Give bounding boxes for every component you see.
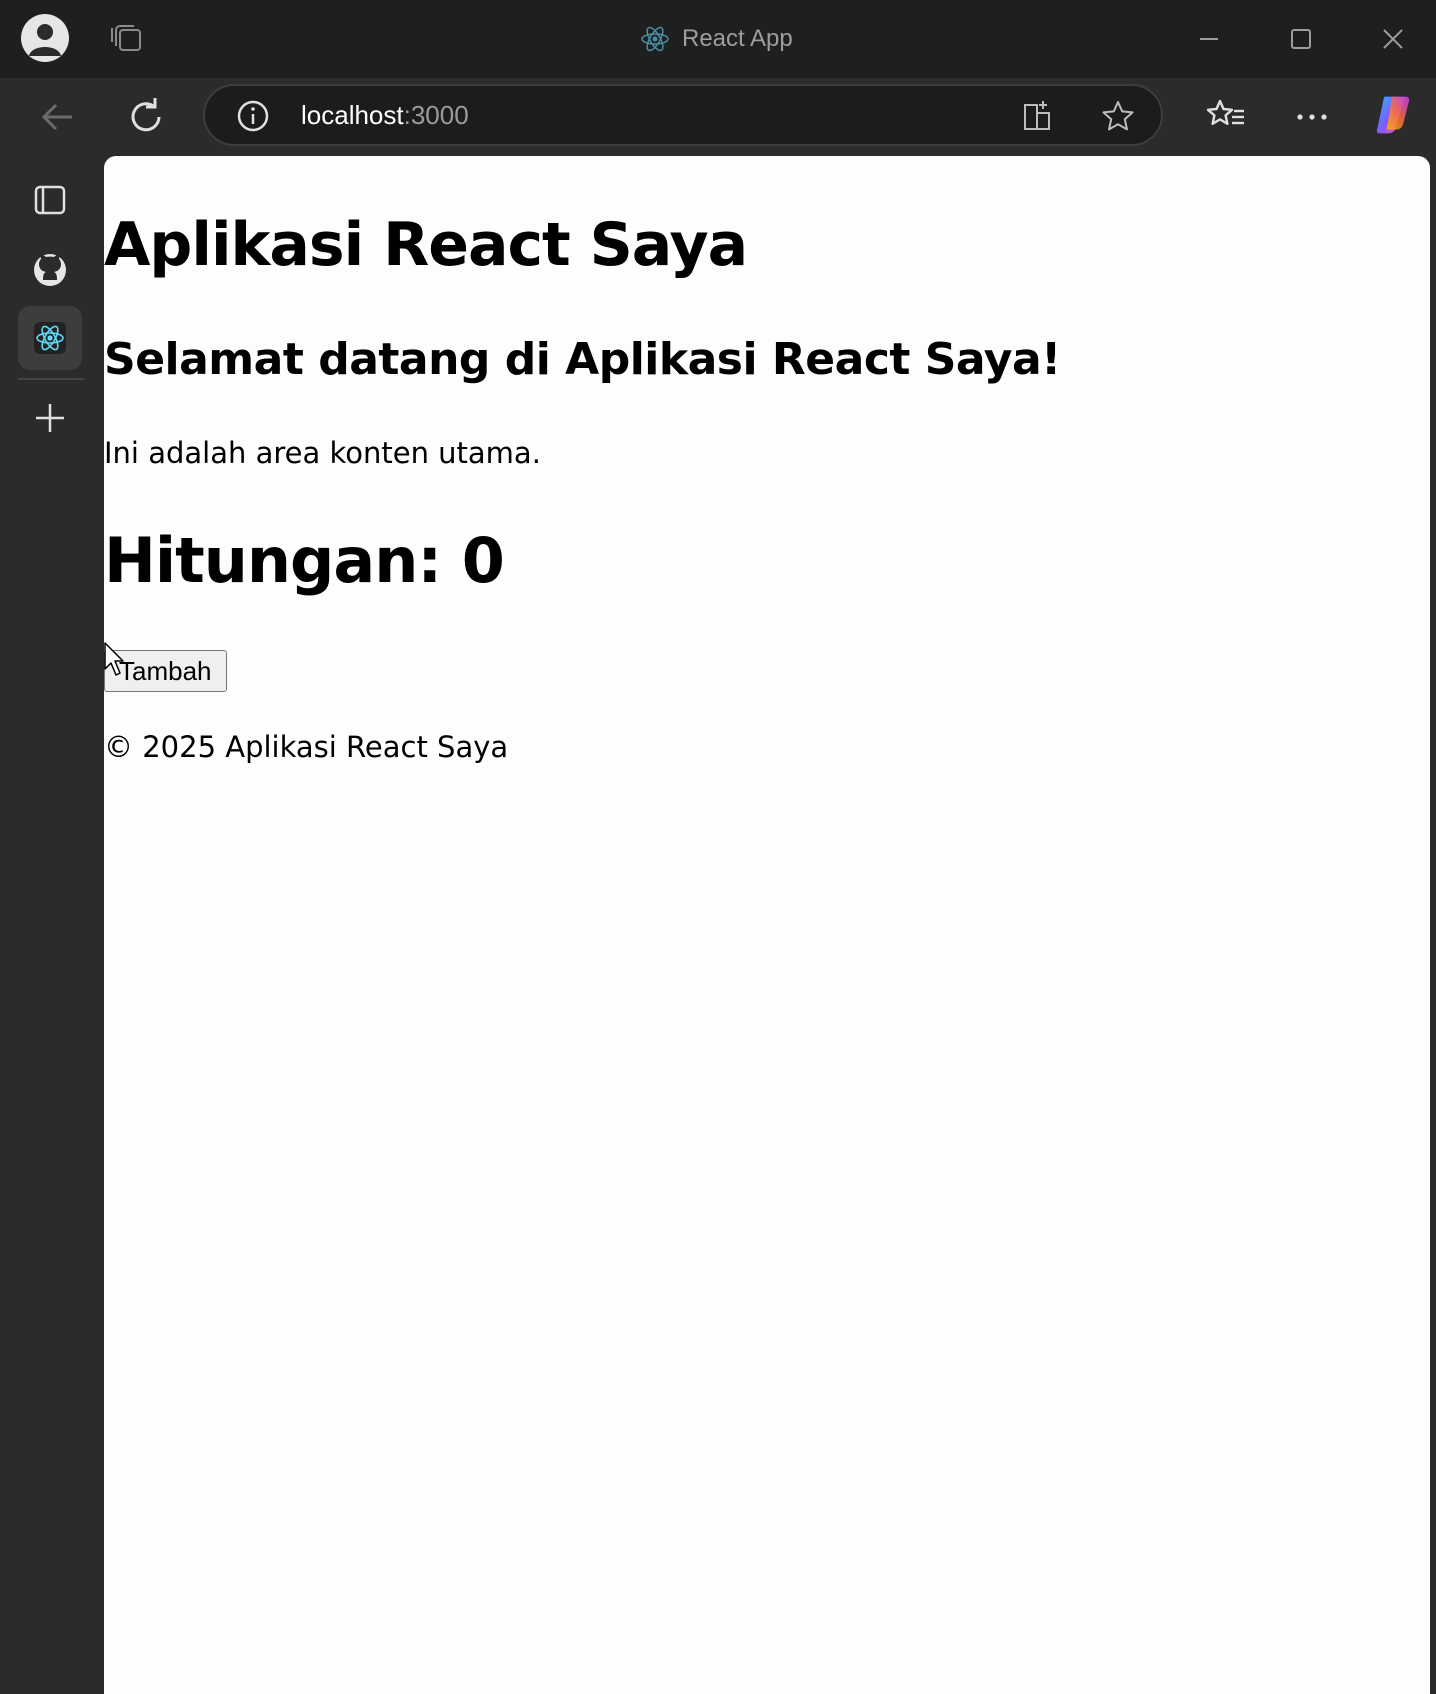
github-icon [34,254,66,286]
page-title: Aplikasi React Saya [104,210,748,280]
url-port: :3000 [403,100,469,130]
back-arrow-icon[interactable] [36,95,80,139]
counter-display: Hitungan: 0 [104,524,505,597]
split-screen-icon[interactable] [1021,99,1055,133]
tab-actions-button[interactable] [18,168,82,232]
sidebar-divider [18,378,84,380]
browser-toolbar: localhost:3000 [0,78,1436,156]
more-menu-icon[interactable] [1290,95,1334,139]
sidebar-item-react-app[interactable] [18,306,82,370]
tab-actions-icon [34,185,66,215]
workspaces-icon[interactable] [110,22,144,56]
content-text: Ini adalah area konten utama. [104,436,541,470]
tab-title: React App [640,22,793,56]
plus-icon [36,404,64,432]
person-icon [29,24,61,56]
minimize-icon[interactable] [1192,22,1226,56]
add-tab-button[interactable] [18,386,82,450]
mouse-cursor-icon [104,642,124,676]
close-icon[interactable] [1376,22,1410,56]
tab-title-text: React App [682,25,793,52]
footer-text: © 2025 Aplikasi React Saya [104,730,509,764]
info-icon[interactable] [237,100,269,132]
refresh-icon[interactable] [124,95,168,139]
welcome-heading: Selamat datang di Aplikasi React Saya! [104,334,1061,385]
profile-avatar[interactable] [21,14,69,62]
favorites-list-icon[interactable] [1204,95,1248,139]
page-viewport: Aplikasi React Saya Selamat datang di Ap… [104,156,1430,1694]
url-text[interactable]: localhost:3000 [301,100,469,131]
react-icon [641,26,669,52]
copilot-icon[interactable] [1372,93,1416,137]
favorite-star-icon[interactable] [1101,99,1135,133]
vertical-tab-sidebar [0,156,104,1694]
url-host: localhost [301,100,404,130]
maximize-icon[interactable] [1284,22,1318,56]
title-bar: React App [0,0,1436,78]
address-bar[interactable]: localhost:3000 [203,84,1163,146]
react-icon [34,322,66,354]
sidebar-item-github[interactable] [18,238,82,302]
